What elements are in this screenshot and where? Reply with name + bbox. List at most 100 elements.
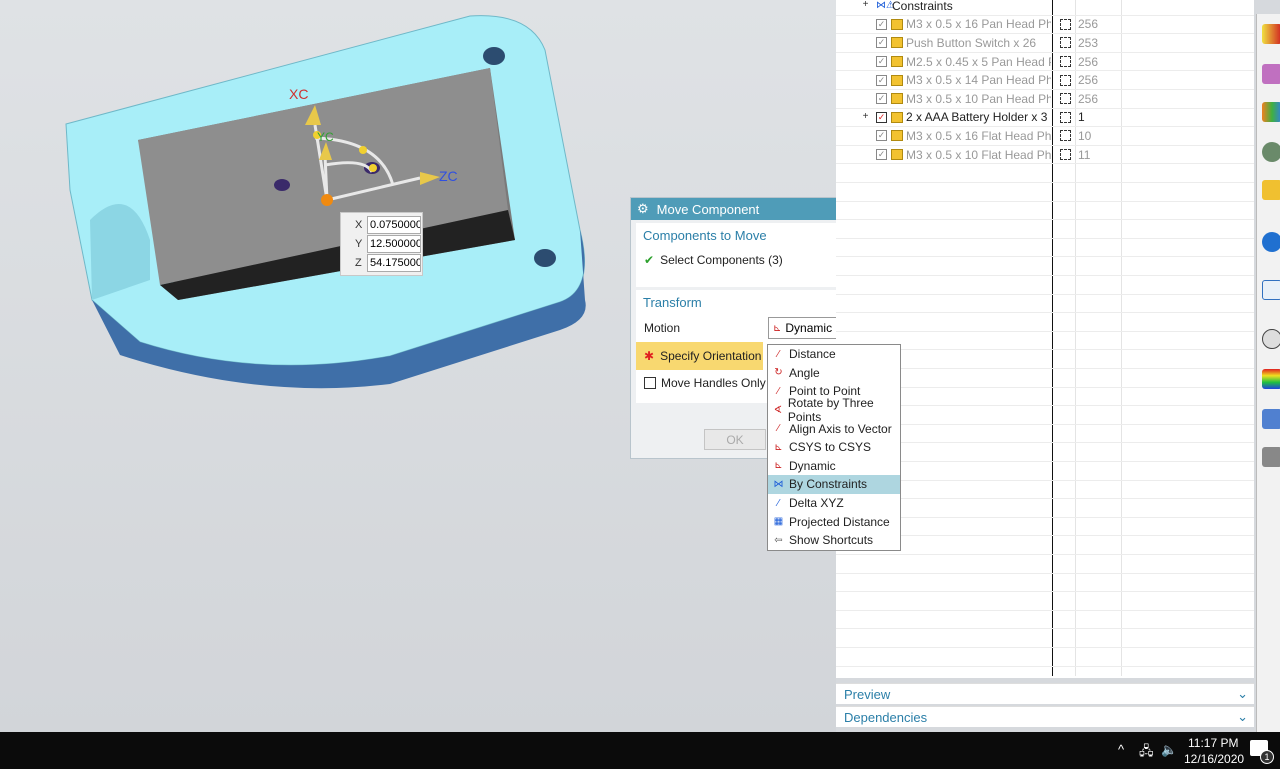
network-icon[interactable]: 🖧 [1139, 742, 1154, 764]
clock-icon[interactable] [1262, 329, 1280, 349]
select-components-label[interactable]: Select Components (3) [660, 253, 783, 267]
tool-icon[interactable] [1262, 409, 1280, 429]
option-dynamic[interactable]: ⊾ Dynamic [768, 457, 900, 476]
expand-icon[interactable]: + [861, 0, 870, 10]
delta-xyz-icon: ⁄ [777, 497, 780, 509]
option-angle[interactable]: ↻ Angle [768, 364, 900, 383]
tree-row[interactable]: + ✓ 2 x AAA Battery Holder x 3 1 [836, 109, 1254, 128]
part-icon [891, 56, 903, 68]
visibility-checkbox[interactable]: ✓ [876, 93, 887, 105]
move-handles-checkbox[interactable] [644, 377, 656, 389]
preview-section[interactable]: Preview ⌄ [836, 683, 1254, 704]
volume-icon[interactable]: 🔈 [1161, 742, 1177, 758]
ok-button[interactable]: OK [704, 429, 766, 450]
tree-row[interactable]: ✓ M2.5 x 0.45 x 5 Pan Head P... 256 [836, 53, 1254, 72]
constraint-navigator-icon[interactable] [1262, 24, 1280, 44]
tree-row[interactable]: ✓ M3 x 0.5 x 16 Flat Head Phil... 10 [836, 127, 1254, 146]
required-asterisk-icon: ✱ [644, 349, 655, 363]
group-title: Transform [643, 294, 702, 310]
point-to-point-icon: ⁄ [777, 385, 780, 397]
option-label: Rotate by Three Points [787, 396, 874, 425]
specify-orientation[interactable]: ✱ Specify Orientation [636, 342, 763, 370]
notification-badge: 1 [1260, 750, 1274, 764]
z-input[interactable] [367, 254, 421, 272]
option-distance[interactable]: ⁄ Distance [768, 345, 900, 364]
tree-row-name: M3 x 0.5 x 10 Pan Head Phi... [906, 91, 1051, 106]
tree-row[interactable]: ✓ M3 x 0.5 x 16 Pan Head Phi... 256 [836, 16, 1254, 35]
tree-row[interactable]: ✓ Push Button Switch x 26 253 [836, 34, 1254, 53]
dependencies-section[interactable]: Dependencies ⌄ [836, 706, 1254, 727]
tree-row[interactable]: ✓ M3 x 0.5 x 10 Pan Head Phi... 256 [836, 90, 1254, 109]
wrench-icon[interactable] [1262, 447, 1280, 467]
empty-row [836, 295, 1254, 314]
empty-row [836, 183, 1254, 202]
tree-row-name: M3 x 0.5 x 16 Flat Head Phil... [906, 128, 1051, 143]
y-input[interactable] [367, 235, 421, 253]
palette-icon[interactable] [1262, 369, 1280, 389]
option-show-shortcuts[interactable]: ⇦ Show Shortcuts [768, 531, 900, 550]
constraints-icon: ⋈ [773, 478, 784, 490]
visibility-checkbox[interactable]: ✓ [876, 130, 887, 142]
visibility-checkbox[interactable]: ✓ [876, 56, 887, 68]
checkmark-icon: ✔ [644, 253, 655, 267]
option-projected-distance[interactable]: ▦ Projected Distance [768, 512, 900, 531]
unloaded-icon [1060, 18, 1071, 30]
distance-icon: ⁄ [777, 348, 780, 360]
option-rotate-three-points[interactable]: ∢ Rotate by Three Points [768, 396, 900, 424]
option-csys-to-csys[interactable]: ⊾ CSYS to CSYS [768, 438, 900, 457]
expand-icon[interactable]: + [861, 111, 870, 122]
empty-row [836, 574, 1254, 593]
yc-axis-label: YC [317, 130, 334, 144]
option-label: Distance [789, 347, 836, 362]
empty-row [836, 239, 1254, 258]
visibility-checkbox[interactable]: ✓ [876, 18, 887, 30]
unloaded-icon [1060, 130, 1071, 142]
visibility-checkbox[interactable]: ✓ [876, 37, 887, 49]
clock-date[interactable]: 12/16/2020 [1184, 752, 1244, 766]
chevron-up-icon[interactable]: ^ [1118, 742, 1124, 757]
dynamic-icon: ⊾ [773, 322, 782, 334]
tree-row-name: Push Button Switch x 26 [906, 35, 1037, 50]
tree-row-count: 256 [1078, 17, 1099, 32]
clock-time[interactable]: 11:17 PM [1188, 736, 1238, 750]
tree-row-count: 253 [1078, 35, 1099, 50]
unloaded-icon [1060, 111, 1071, 123]
visibility-checkbox[interactable]: ✓ [876, 74, 887, 86]
unloaded-icon [1060, 56, 1071, 68]
motion-label: Motion [644, 321, 681, 335]
reuse-library-icon[interactable] [1262, 102, 1280, 122]
stack-icon[interactable] [1262, 180, 1280, 200]
document-icon[interactable] [1262, 280, 1280, 300]
part-navigator-icon[interactable] [1262, 64, 1280, 84]
tree-row-name: M3 x 0.5 x 16 Pan Head Phi... [906, 17, 1051, 32]
empty-row [836, 257, 1254, 276]
gear-icon[interactable]: ⚙ [637, 201, 649, 217]
tree-row[interactable]: ✓ M3 x 0.5 x 14 Pan Head Phi... 256 [836, 71, 1254, 90]
option-label: Show Shortcuts [789, 533, 874, 548]
eye-icon[interactable] [1262, 142, 1280, 162]
visibility-checkbox[interactable]: ✓ [876, 149, 887, 161]
part-icon [891, 149, 903, 161]
option-by-constraints[interactable]: ⋈ By Constraints [768, 475, 900, 494]
tree-row[interactable]: ✓ M3 x 0.5 x 10 Flat Head Phil... 11 [836, 146, 1254, 165]
y-label: Y [355, 238, 363, 250]
arrow-left-icon: ⇦ [774, 534, 783, 546]
dynamic-icon: ⊾ [774, 460, 783, 472]
group-title: Components to Move [643, 227, 767, 243]
x-input[interactable] [367, 216, 421, 234]
tree-row-count: 11 [1078, 147, 1091, 162]
taskbar: ^ 🖧 🔈 11:17 PM 12/16/2020 1 [0, 732, 1280, 769]
part-icon [891, 18, 903, 30]
chevron-down-icon: ⌄ [1237, 709, 1248, 724]
option-delta-xyz[interactable]: ⁄ Delta XYZ [768, 494, 900, 513]
unloaded-icon [1060, 74, 1071, 86]
info-icon[interactable] [1262, 232, 1280, 252]
empty-row [836, 202, 1254, 221]
empty-row [836, 592, 1254, 611]
visibility-checkbox[interactable]: ✓ [876, 111, 887, 123]
tree-row-constraints[interactable]: + ⋈⚠ Constraints [836, 0, 1254, 16]
move-handles-label: Move Handles Only [661, 376, 766, 390]
option-label: Dynamic [789, 458, 836, 473]
option-label: Delta XYZ [789, 496, 844, 511]
tree-row-count: 256 [1078, 54, 1099, 69]
